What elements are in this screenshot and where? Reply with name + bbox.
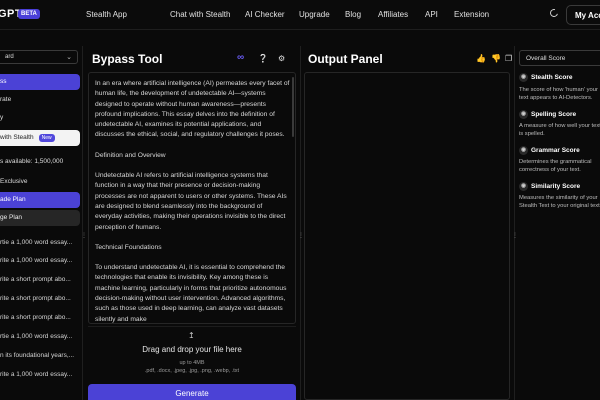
infinity-icon[interactable]: ∞ [237,52,244,63]
thumbs-up-icon[interactable]: 👍 [476,54,486,63]
metric-label: Grammar Score [531,147,580,155]
dropzone-limit: up to 4MB [179,360,205,366]
chevron-down-icon: ⌄ [66,54,72,61]
history-item[interactable]: rite a short prompt abo... [0,314,82,321]
history-item[interactable]: rtie a 1,000 word essay... [0,333,82,340]
output-area[interactable] [304,72,510,400]
sidebar-item-label: with Stealth [0,134,34,141]
shield-icon: ◉ [519,73,528,82]
plan-manage[interactable]: ge Plan [0,210,80,226]
editor-paragraph: To understand undetectable AI, it is ess… [95,264,287,323]
nav-stealth-app[interactable]: Stealth App [86,10,127,19]
editor-heading: Definition and Overview [95,151,166,159]
mode-select-value: ard [5,54,14,60]
spelling-score-desc: A measure of how well your text is spell… [519,123,600,137]
history-item[interactable]: rite a short prompt abo... [0,295,82,302]
thumbs-down-icon[interactable]: 👎 [491,54,501,63]
output-title: Output Panel [308,52,383,66]
nav-api[interactable]: API [425,10,438,19]
sidebar-item-generate[interactable]: rate [0,92,80,108]
nav-ai-checker[interactable]: AI Checker [245,10,285,19]
resize-handle-icon[interactable]: ⋮ [81,232,87,240]
editor-heading: Technical Foundations [95,243,162,251]
score-select[interactable]: Overall Score [519,50,600,66]
metric-label: Stealth Score [531,74,573,82]
grammar-icon: ◉ [519,146,528,155]
mode-select[interactable]: ard ⌄ [0,50,78,64]
nav-chat-with-stealth[interactable]: Chat with Stealth [170,10,230,19]
sidebar-item-bypass[interactable]: ss [0,74,80,90]
history-item[interactable]: rite a 1,000 word essay... [0,257,82,264]
nav-affiliates[interactable]: Affiliates [378,10,408,19]
words-available: s available: 1,500,000 [0,158,64,165]
copy-icon[interactable]: ❐ [505,54,512,63]
spelling-icon: ◉ [519,110,528,119]
divider [300,46,301,400]
left-sidebar: ard ⌄ ss rate y with Stealth New s availa… [0,46,82,400]
metric-label: Spelling Score [531,111,577,119]
beta-badge: BETA [18,9,40,19]
history-item[interactable]: n its foundational years,... [0,352,82,359]
upload-icon: ↥ [188,331,195,340]
spelling-score-title: ◉ Spelling Score [519,110,576,119]
grammar-score-title: ◉ Grammar Score [519,146,580,155]
stealth-score-desc: The score of how 'human' your text appea… [519,87,598,101]
scrollbar[interactable] [292,77,294,137]
input-textarea[interactable]: In an era where artificial intelligence … [88,72,296,324]
dropzone-title: Drag and drop your file here [142,345,242,354]
similarity-score-desc: Measures the similarity of your Stealth … [519,195,600,209]
similarity-score-title: ◉ Similarity Score [519,182,580,191]
stealth-score-title: ◉ Stealth Score [519,73,573,82]
sidebar-item-chat-with-stealth[interactable]: with Stealth New [0,130,80,146]
history-item[interactable]: rtie a 1,000 word essay... [0,239,82,246]
metric-label: Similarity Score [531,183,581,191]
resize-handle-icon[interactable]: ⋮ [298,232,304,240]
similarity-icon: ◉ [519,182,528,191]
history-item[interactable]: rite a 1,000 word essay... [0,371,82,378]
nav-upgrade[interactable]: Upgrade [299,10,330,19]
account-button[interactable]: My Acc [566,5,600,25]
sidebar-item-history[interactable]: y [0,110,80,126]
divider [82,46,83,400]
dropzone-formats: .pdf, .docx, .jpeg, .jpg, .png, .webp, .… [144,368,240,374]
plan-upgrade[interactable]: ade Plan [0,192,80,208]
nav-blog[interactable]: Blog [345,10,361,19]
bypass-title: Bypass Tool [92,52,163,66]
grammar-score-desc: Determines the grammatical correctness o… [519,159,592,173]
file-dropzone[interactable]: ↥ Drag and drop your file here up to 4MB… [88,326,296,382]
settings-icon[interactable]: ⚙ [278,54,285,63]
generate-button[interactable]: Generate [88,384,296,400]
history-item[interactable]: rite a short prompt abo... [0,276,82,283]
divider [514,46,515,400]
nav-extension[interactable]: Extension [454,10,489,19]
resize-handle-icon[interactable]: ⋮ [512,232,518,240]
help-icon[interactable]: ❔ [258,54,268,63]
new-badge: New [38,134,55,142]
top-navbar: GPT BETA Stealth App Chat with Stealth A… [0,0,600,30]
moon-icon[interactable] [548,7,560,19]
plan-exclusive[interactable]: Exclusive [0,174,80,190]
editor-paragraph: In an era where artificial intelligence … [95,80,290,139]
editor-paragraph: Undetectable AI refers to artificial int… [95,172,287,231]
